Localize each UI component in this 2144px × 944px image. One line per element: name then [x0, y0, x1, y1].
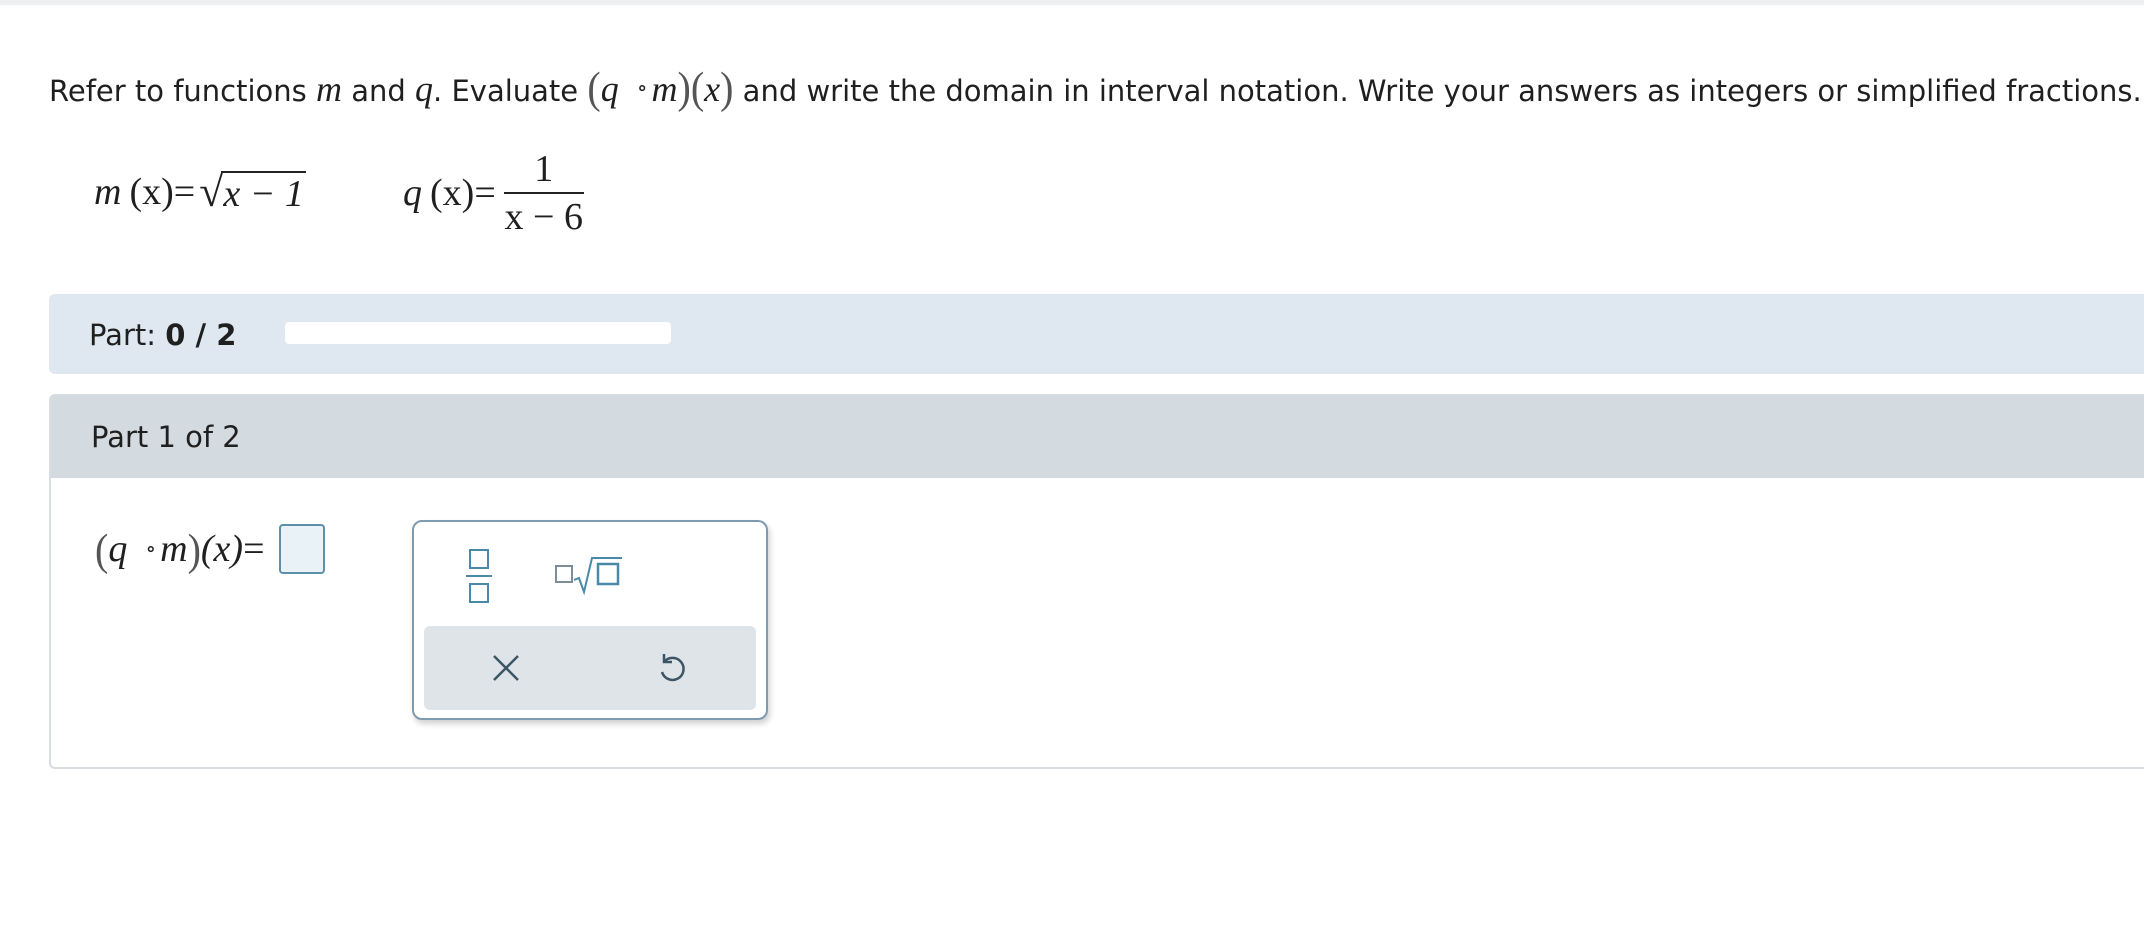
composition-expression: (q ∘ m)(x) — [587, 62, 734, 113]
part-card: Part 1 of 2 ( q ∘ m ) (x) = — [49, 394, 2144, 769]
func-m-radicand: x − 1 — [221, 171, 306, 215]
keypad-actions — [424, 626, 756, 710]
fraction-key[interactable] — [464, 548, 494, 604]
answer-q: q — [108, 528, 128, 570]
part-progress-label: Part: — [89, 318, 157, 352]
function-m-definition: m (x) = √ x − 1 — [94, 170, 306, 214]
func-q-equals: = — [474, 172, 496, 214]
part-progress-bar: Part: 0 / 2 — [49, 294, 2144, 374]
part-title: Part 1 of 2 — [91, 420, 241, 454]
text-evaluate: . Evaluate — [433, 74, 579, 108]
func-q-denominator: x − 6 — [504, 196, 583, 238]
clear-button[interactable] — [490, 652, 522, 684]
answer-x: (x) — [200, 528, 244, 570]
sqrt-icon: √ — [199, 167, 224, 216]
var-m: m — [316, 69, 343, 109]
func-m-arg: (x) — [129, 171, 174, 213]
problem-statement: Refer to functions m and q. Evaluate (q ∘… — [49, 62, 2142, 113]
answer-equals: = — [243, 528, 265, 570]
text-refer: Refer to functions — [49, 74, 307, 108]
nth-root-icon — [555, 557, 622, 596]
func-m-equals: = — [173, 171, 196, 213]
top-strip — [0, 0, 2144, 5]
func-q-fraction: 1 x − 6 — [503, 148, 584, 238]
math-keypad — [412, 520, 768, 720]
undo-icon — [660, 654, 685, 682]
var-q: q — [415, 69, 434, 109]
undo-button[interactable] — [654, 650, 690, 686]
func-m-name: m — [94, 171, 122, 213]
part-progress-value: 0 / 2 — [165, 318, 237, 352]
part-card-header: Part 1 of 2 — [51, 396, 2144, 478]
progress-track — [285, 322, 671, 344]
answer-input[interactable] — [278, 524, 325, 574]
part-progress-text: Part: 0 / 2 — [89, 318, 236, 352]
fraction-icon — [466, 549, 492, 603]
text-and: and — [351, 74, 406, 108]
nth-root-key[interactable] — [554, 552, 624, 596]
answer-row: ( q ∘ m ) (x) = — [95, 524, 325, 574]
func-q-name: q — [403, 172, 422, 214]
close-icon — [493, 655, 519, 681]
text-instructions: and write the domain in interval notatio… — [742, 74, 2142, 108]
answer-m: m — [160, 528, 188, 570]
function-q-definition: q (x) = 1 x − 6 — [403, 150, 584, 236]
func-q-arg: (x) — [430, 172, 475, 214]
func-q-numerator: 1 — [534, 148, 554, 190]
